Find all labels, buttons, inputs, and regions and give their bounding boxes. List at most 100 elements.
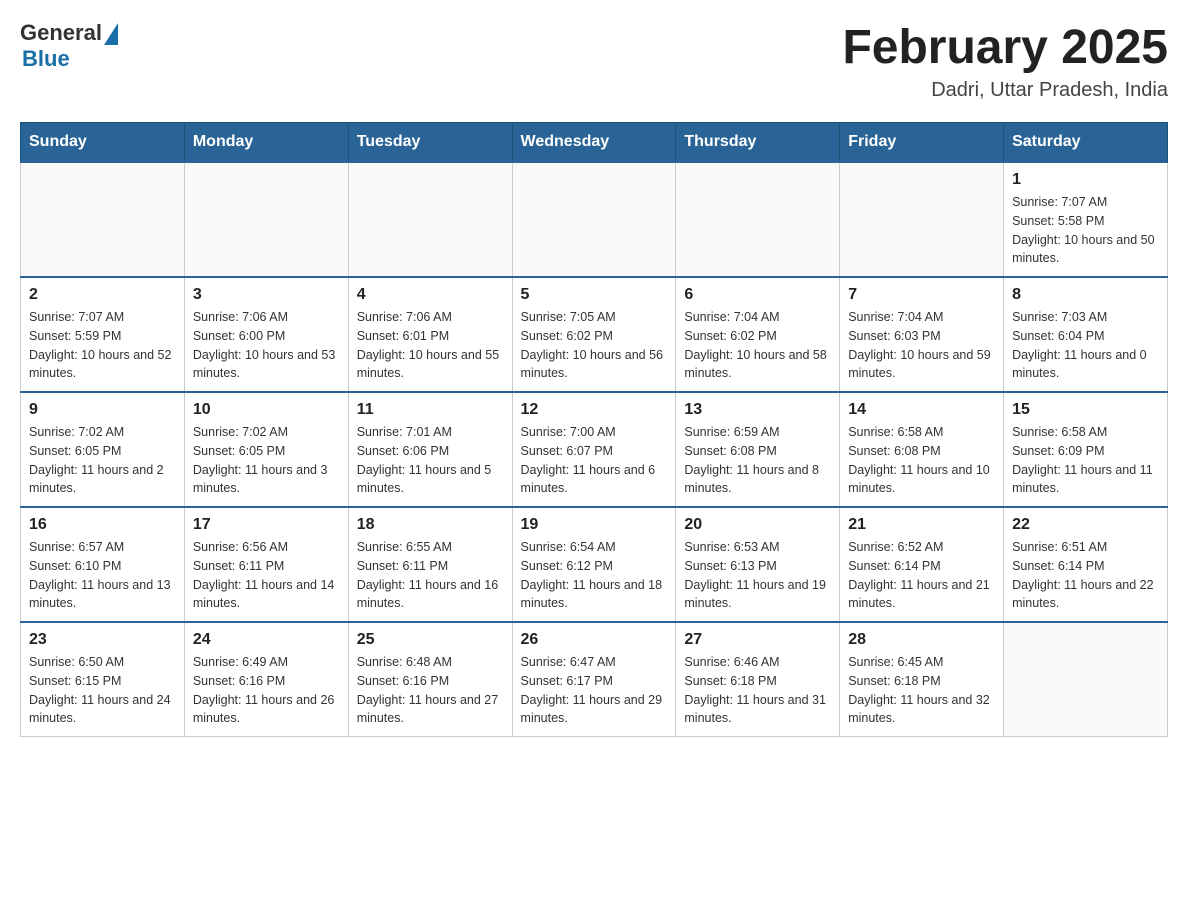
day-info: Sunrise: 6:50 AMSunset: 6:15 PMDaylight:…	[29, 653, 176, 728]
logo-triangle-icon	[104, 23, 118, 45]
weekday-header-thursday: Thursday	[676, 123, 840, 163]
day-info: Sunrise: 6:55 AMSunset: 6:11 PMDaylight:…	[357, 538, 504, 613]
weekday-header-tuesday: Tuesday	[348, 123, 512, 163]
day-number: 2	[29, 286, 176, 304]
day-number: 23	[29, 631, 176, 649]
page-header: General Blue February 2025 Dadri, Uttar …	[20, 20, 1168, 102]
calendar-week-row: 23 Sunrise: 6:50 AMSunset: 6:15 PMDayligh…	[21, 622, 1168, 737]
day-number: 3	[193, 286, 340, 304]
calendar-cell	[1004, 622, 1168, 737]
day-info: Sunrise: 7:01 AMSunset: 6:06 PMDaylight:…	[357, 423, 504, 498]
day-number: 14	[848, 401, 995, 419]
calendar-cell: 8 Sunrise: 7:03 AMSunset: 6:04 PMDaylight…	[1004, 277, 1168, 392]
calendar-cell: 19 Sunrise: 6:54 AMSunset: 6:12 PMDayligh…	[512, 507, 676, 622]
day-info: Sunrise: 7:05 AMSunset: 6:02 PMDaylight:…	[521, 308, 668, 383]
day-info: Sunrise: 6:58 AMSunset: 6:08 PMDaylight:…	[848, 423, 995, 498]
day-info: Sunrise: 6:49 AMSunset: 6:16 PMDaylight:…	[193, 653, 340, 728]
day-info: Sunrise: 6:48 AMSunset: 6:16 PMDaylight:…	[357, 653, 504, 728]
weekday-header-saturday: Saturday	[1004, 123, 1168, 163]
calendar-cell: 14 Sunrise: 6:58 AMSunset: 6:08 PMDayligh…	[840, 392, 1004, 507]
day-number: 15	[1012, 401, 1159, 419]
calendar-week-row: 16 Sunrise: 6:57 AMSunset: 6:10 PMDayligh…	[21, 507, 1168, 622]
calendar-cell: 3 Sunrise: 7:06 AMSunset: 6:00 PMDaylight…	[184, 277, 348, 392]
day-number: 1	[1012, 171, 1159, 189]
day-number: 4	[357, 286, 504, 304]
day-number: 11	[357, 401, 504, 419]
calendar-cell	[21, 162, 185, 277]
day-number: 7	[848, 286, 995, 304]
day-info: Sunrise: 7:03 AMSunset: 6:04 PMDaylight:…	[1012, 308, 1159, 383]
day-info: Sunrise: 7:07 AMSunset: 5:58 PMDaylight:…	[1012, 193, 1159, 268]
day-number: 16	[29, 516, 176, 534]
calendar-cell: 22 Sunrise: 6:51 AMSunset: 6:14 PMDayligh…	[1004, 507, 1168, 622]
calendar-cell: 26Sunrise: 6:47 AMSunset: 6:17 PMDayligh…	[512, 622, 676, 737]
day-info: Sunrise: 7:02 AMSunset: 6:05 PMDaylight:…	[193, 423, 340, 498]
calendar-cell	[840, 162, 1004, 277]
calendar-cell: 21Sunrise: 6:52 AMSunset: 6:14 PMDayligh…	[840, 507, 1004, 622]
calendar-cell: 18 Sunrise: 6:55 AMSunset: 6:11 PMDayligh…	[348, 507, 512, 622]
day-info: Sunrise: 6:46 AMSunset: 6:18 PMDaylight:…	[684, 653, 831, 728]
weekday-header-monday: Monday	[184, 123, 348, 163]
calendar-cell	[184, 162, 348, 277]
title-area: February 2025 Dadri, Uttar Pradesh, Indi…	[842, 20, 1168, 102]
day-info: Sunrise: 7:06 AMSunset: 6:01 PMDaylight:…	[357, 308, 504, 383]
day-number: 20	[684, 516, 831, 534]
calendar-cell: 1 Sunrise: 7:07 AMSunset: 5:58 PMDaylight…	[1004, 162, 1168, 277]
calendar-cell: 6 Sunrise: 7:04 AMSunset: 6:02 PMDaylight…	[676, 277, 840, 392]
calendar-header-row: SundayMondayTuesdayWednesdayThursdayFrid…	[21, 123, 1168, 163]
day-info: Sunrise: 6:53 AMSunset: 6:13 PMDaylight:…	[684, 538, 831, 613]
day-info: Sunrise: 6:47 AMSunset: 6:17 PMDaylight:…	[521, 653, 668, 728]
day-info: Sunrise: 7:04 AMSunset: 6:03 PMDaylight:…	[848, 308, 995, 383]
day-number: 5	[521, 286, 668, 304]
month-year-title: February 2025	[842, 20, 1168, 75]
day-number: 27	[684, 631, 831, 649]
day-number: 6	[684, 286, 831, 304]
calendar-cell	[348, 162, 512, 277]
calendar-cell: 12Sunrise: 7:00 AMSunset: 6:07 PMDayligh…	[512, 392, 676, 507]
day-number: 18	[357, 516, 504, 534]
calendar-table: SundayMondayTuesdayWednesdayThursdayFrid…	[20, 122, 1168, 737]
calendar-week-row: 2Sunrise: 7:07 AMSunset: 5:59 PMDaylight…	[21, 277, 1168, 392]
day-number: 28	[848, 631, 995, 649]
calendar-cell: 5 Sunrise: 7:05 AMSunset: 6:02 PMDaylight…	[512, 277, 676, 392]
calendar-cell: 20 Sunrise: 6:53 AMSunset: 6:13 PMDayligh…	[676, 507, 840, 622]
day-info: Sunrise: 7:02 AMSunset: 6:05 PMDaylight:…	[29, 423, 176, 498]
day-info: Sunrise: 6:56 AMSunset: 6:11 PMDaylight:…	[193, 538, 340, 613]
day-number: 8	[1012, 286, 1159, 304]
calendar-cell: 13 Sunrise: 6:59 AMSunset: 6:08 PMDayligh…	[676, 392, 840, 507]
day-info: Sunrise: 6:57 AMSunset: 6:10 PMDaylight:…	[29, 538, 176, 613]
day-number: 10	[193, 401, 340, 419]
day-number: 12	[521, 401, 668, 419]
day-info: Sunrise: 7:04 AMSunset: 6:02 PMDaylight:…	[684, 308, 831, 383]
weekday-header-wednesday: Wednesday	[512, 123, 676, 163]
calendar-cell: 10 Sunrise: 7:02 AMSunset: 6:05 PMDayligh…	[184, 392, 348, 507]
calendar-cell: 11 Sunrise: 7:01 AMSunset: 6:06 PMDayligh…	[348, 392, 512, 507]
calendar-cell	[512, 162, 676, 277]
calendar-cell	[676, 162, 840, 277]
calendar-week-row: 1 Sunrise: 7:07 AMSunset: 5:58 PMDaylight…	[21, 162, 1168, 277]
day-info: Sunrise: 6:54 AMSunset: 6:12 PMDaylight:…	[521, 538, 668, 613]
weekday-header-sunday: Sunday	[21, 123, 185, 163]
weekday-header-friday: Friday	[840, 123, 1004, 163]
calendar-cell: 9 Sunrise: 7:02 AMSunset: 6:05 PMDaylight…	[21, 392, 185, 507]
day-info: Sunrise: 6:45 AMSunset: 6:18 PMDaylight:…	[848, 653, 995, 728]
logo-blue-text: Blue	[22, 46, 70, 72]
calendar-cell: 17Sunrise: 6:56 AMSunset: 6:11 PMDayligh…	[184, 507, 348, 622]
calendar-cell: 25 Sunrise: 6:48 AMSunset: 6:16 PMDayligh…	[348, 622, 512, 737]
calendar-cell: 7 Sunrise: 7:04 AMSunset: 6:03 PMDaylight…	[840, 277, 1004, 392]
logo: General Blue	[20, 20, 118, 72]
day-number: 9	[29, 401, 176, 419]
day-number: 13	[684, 401, 831, 419]
day-info: Sunrise: 6:59 AMSunset: 6:08 PMDaylight:…	[684, 423, 831, 498]
logo-general-text: General	[20, 20, 102, 46]
day-number: 22	[1012, 516, 1159, 534]
calendar-cell: 28 Sunrise: 6:45 AMSunset: 6:18 PMDayligh…	[840, 622, 1004, 737]
calendar-cell: 24 Sunrise: 6:49 AMSunset: 6:16 PMDayligh…	[184, 622, 348, 737]
day-number: 19	[521, 516, 668, 534]
day-number: 24	[193, 631, 340, 649]
day-info: Sunrise: 7:06 AMSunset: 6:00 PMDaylight:…	[193, 308, 340, 383]
calendar-cell: 2Sunrise: 7:07 AMSunset: 5:59 PMDaylight…	[21, 277, 185, 392]
day-info: Sunrise: 6:52 AMSunset: 6:14 PMDaylight:…	[848, 538, 995, 613]
day-info: Sunrise: 6:51 AMSunset: 6:14 PMDaylight:…	[1012, 538, 1159, 613]
day-number: 25	[357, 631, 504, 649]
